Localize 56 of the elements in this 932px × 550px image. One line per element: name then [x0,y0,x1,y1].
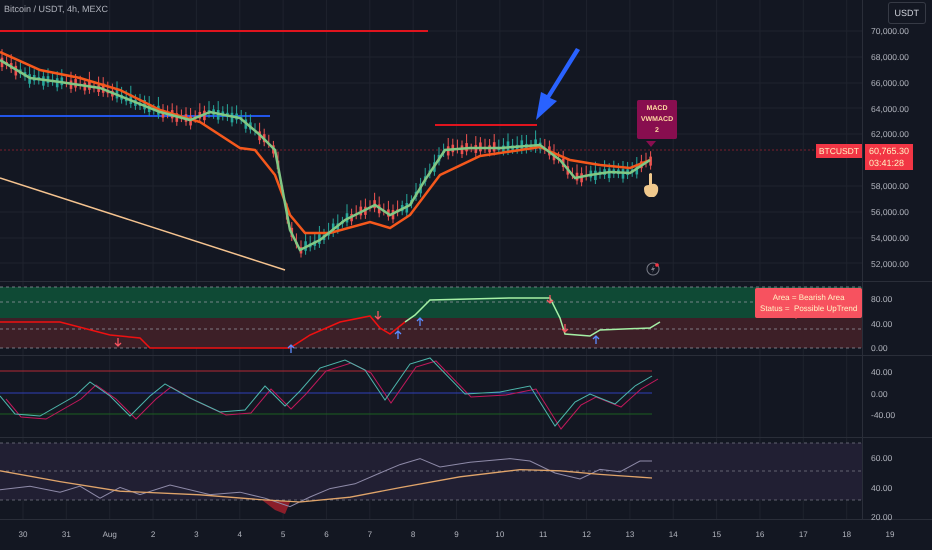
indicator-tick: 0.00 [871,388,888,398]
up-arrow-icon [416,317,424,327]
time-tick: 10 [495,530,504,539]
down-arrow-icon [374,310,382,320]
time-tick: 16 [755,530,764,539]
time-tick: 13 [625,530,634,539]
time-tick: 19 [886,530,894,539]
time-tick: 5 [280,530,286,539]
price-tick: 62,000.00 [871,129,909,140]
time-tick: 3 [194,530,199,539]
price-tick: 54,000.00 [871,232,909,243]
indicator-tick: 40.00 [871,367,892,377]
indicator-tick: 40.00 [871,318,892,328]
time-tick: 15 [712,530,722,539]
price-tick: 56,000.00 [871,206,909,217]
lightning-icon[interactable] [646,262,660,276]
up-arrow-icon [394,330,402,340]
indicator-tick: 60.00 [871,453,892,463]
time-tick: 8 [410,530,416,539]
time-tick: 14 [668,530,678,539]
time-tick: 4 [238,530,242,539]
indicator-tick: -40.00 [871,410,896,420]
time-tick: 30 [18,530,28,539]
down-arrow-icon [561,323,569,333]
price-tick: 70,000.00 [871,26,909,36]
down-arrow-icon [546,294,554,304]
price-tick: 68,000.00 [871,52,909,62]
price-tick: 58,000.00 [871,181,909,192]
status-tooltip: Area = Bearish Area Status = Possible UpTrend [755,288,862,318]
indicator-tick: 80.00 [871,294,892,304]
price-tick: 52,000.00 [871,258,909,269]
price-tick: 64,000.00 [871,104,909,114]
pointer-arrow [536,48,580,120]
indicator-tick: 40.00 [871,482,892,492]
indicator-tick: 20.00 [871,512,892,522]
down-arrow-icon [114,337,122,347]
last-price-tag: 60,765.30 03:41:28 [865,144,914,170]
up-arrow-icon [592,335,600,345]
time-tick: 2 [150,530,156,539]
time-tick: Aug [102,530,117,539]
time-tick: 9 [454,530,459,539]
time-tick: 12 [582,530,591,539]
symbol-label: BTCUSDT [816,144,862,158]
pointing-hand-icon [643,172,659,198]
time-tick: 6 [324,530,329,539]
time-tick: 7 [368,530,372,539]
up-arrow-icon [287,344,295,354]
time-tick: 17 [798,530,808,539]
symbol-title: Bitcoin / USDT, 4h, MEXC [4,4,108,14]
price-tick: 66,000.00 [871,78,909,88]
currency-button[interactable]: USDT [888,2,926,24]
indicator-tick: 0.00 [871,343,888,353]
time-tick: 31 [62,530,71,539]
callout-pointer [646,141,656,147]
time-tick: 11 [539,530,548,539]
time-tick: 18 [842,530,852,539]
